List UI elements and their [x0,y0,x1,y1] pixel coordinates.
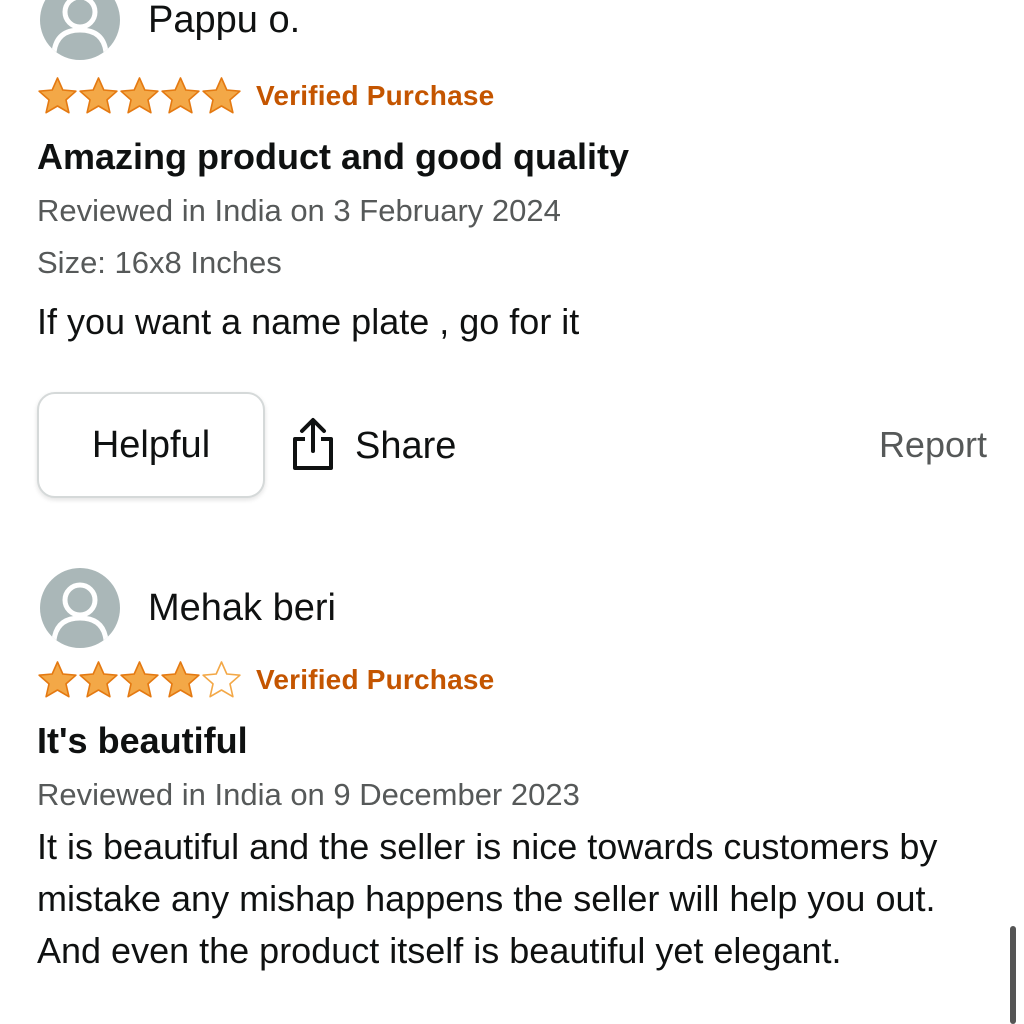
reviewer-profile[interactable]: Pappu o. [40,0,300,60]
share-label: Share [355,424,457,467]
star-filled-icon [161,77,200,114]
default-user-avatar-icon [40,0,120,60]
star-filled-icon [161,661,200,698]
review-title[interactable]: Amazing product and good quality [37,136,629,178]
reviewer-profile[interactable]: Mehak beri [40,568,336,648]
star-filled-icon [79,661,118,698]
helpful-button[interactable]: Helpful [37,392,265,498]
reviewer-name: Mehak beri [148,587,336,629]
reviews-page: Pappu o. Verified Purchase Amazing produ… [0,0,1024,1024]
review-body: If you want a name plate , go for it [37,301,580,342]
share-button[interactable]: Share [291,417,457,476]
review-date: Reviewed in India on 3 February 2024 [37,193,561,228]
star-filled-icon [120,661,159,698]
default-user-avatar-icon [40,568,120,648]
rating-row: Verified Purchase [37,76,494,116]
review-size: Size: 16x8 Inches [37,245,282,280]
review-date: Reviewed in India on 9 December 2023 [37,777,580,812]
star-filled-icon [38,77,77,114]
star-outline-icon [202,661,241,698]
reviewer-name: Pappu o. [148,0,301,41]
review-body: It is beautiful and the seller is nice t… [37,826,938,971]
review-title[interactable]: It's beautiful [37,720,248,762]
scrollbar[interactable] [1010,926,1016,1024]
review-actions: Helpful Share Report [37,392,987,500]
verified-purchase-badge: Verified Purchase [256,664,495,695]
star-filled-icon [79,77,118,114]
star-filled-icon [38,661,77,698]
star-rating[interactable] [37,76,242,116]
rating-row: Verified Purchase [37,660,494,700]
share-icon [291,417,335,476]
report-link[interactable]: Report [879,424,987,466]
star-filled-icon [202,77,241,114]
star-filled-icon [120,77,159,114]
star-rating[interactable] [37,660,242,700]
verified-purchase-badge: Verified Purchase [256,80,495,111]
